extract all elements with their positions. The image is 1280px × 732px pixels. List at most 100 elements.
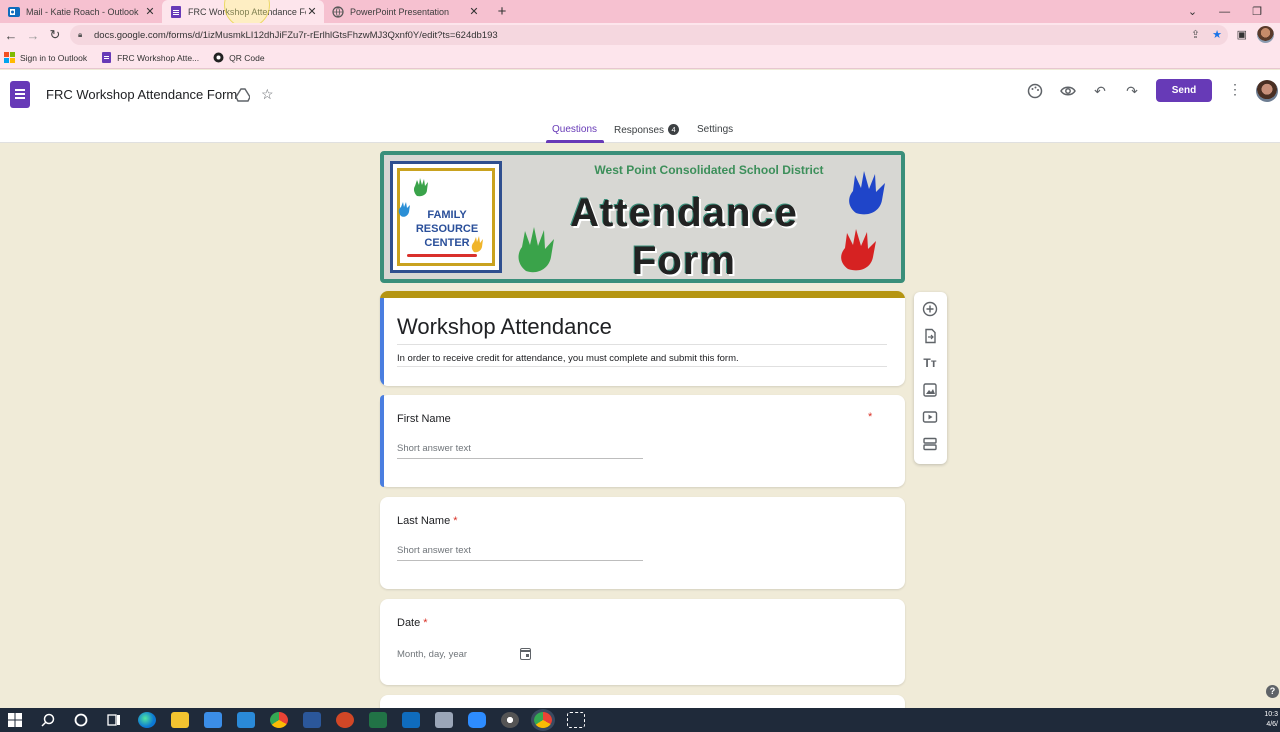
forms-icon <box>102 52 112 63</box>
url-bar[interactable]: 🔒︎ docs.google.com/forms/d/1izMusmkLI12d… <box>70 25 1228 45</box>
question-title[interactable]: First Name <box>397 413 451 425</box>
answer-underline <box>397 560 643 561</box>
help-icon[interactable]: ? <box>1266 685 1279 698</box>
question-card-last-name[interactable]: Last Name * Short answer text <box>380 497 905 589</box>
url-text: docs.google.com/forms/d/1izMusmkLI12dhJi… <box>94 29 498 41</box>
tab-responses-label: Responses <box>614 125 665 136</box>
store-icon[interactable] <box>204 712 222 728</box>
red-handprint-icon <box>841 229 876 271</box>
form-description[interactable]: In order to receive credit for attendanc… <box>397 353 739 364</box>
add-question-icon[interactable] <box>922 301 938 317</box>
tab-outlook[interactable]: Mail - Katie Roach - Outlook ✕ <box>0 0 162 23</box>
system-clock[interactable]: 10:3 4/6/ <box>1264 710 1278 730</box>
reload-icon[interactable]: ↻ <box>44 27 66 43</box>
qr-icon <box>213 52 224 63</box>
required-asterisk: * <box>423 617 428 629</box>
media-icon[interactable] <box>501 712 519 728</box>
bookmark-outlook[interactable]: Sign in to Outlook <box>4 52 87 63</box>
task-view-icon[interactable] <box>105 712 123 728</box>
share-icon[interactable]: ⇪ <box>1191 28 1200 41</box>
profile-avatar-icon[interactable] <box>1257 26 1274 43</box>
question-card-date[interactable]: Date * Month, day, year <box>380 599 905 685</box>
tab-questions[interactable]: Questions <box>552 124 597 135</box>
banner-title-line: Attendance <box>570 191 798 235</box>
redo-icon[interactable]: ↷ <box>1122 81 1142 101</box>
word-icon[interactable] <box>303 712 321 728</box>
forms-icon <box>171 5 181 18</box>
google-forms-logo-icon[interactable] <box>10 81 30 108</box>
tab-search-icon[interactable]: ⌄ <box>1188 5 1197 18</box>
outlook-icon[interactable] <box>402 712 420 728</box>
back-icon[interactable]: ← <box>0 28 22 43</box>
excel-icon[interactable] <box>369 712 387 728</box>
bookmark-frc-form[interactable]: FRC Workshop Atte... <box>101 52 199 63</box>
document-title[interactable]: FRC Workshop Attendance Form <box>46 87 237 102</box>
star-icon[interactable]: ☆ <box>261 86 274 103</box>
tab-powerpoint[interactable]: PowerPoint Presentation ✕ <box>324 0 486 23</box>
customize-theme-icon[interactable] <box>1025 81 1045 101</box>
account-avatar[interactable] <box>1256 80 1278 102</box>
file-explorer-icon[interactable] <box>171 712 189 728</box>
undo-icon[interactable]: ↶ <box>1090 81 1110 101</box>
search-icon[interactable] <box>39 712 57 728</box>
bookmark-label: FRC Workshop Atte... <box>117 52 200 63</box>
question-label: Last Name * <box>397 515 457 527</box>
header-banner-image[interactable]: FAMILY RESOURCE CENTER West Point Consol… <box>380 151 905 283</box>
restore-icon[interactable]: ❐ <box>1252 5 1262 18</box>
question-title[interactable]: Date <box>397 617 420 629</box>
divider <box>397 344 887 345</box>
chrome-active-icon[interactable] <box>534 712 552 728</box>
form-title-card[interactable]: Workshop Attendance In order to receive … <box>380 291 905 386</box>
green-handprint-icon <box>413 178 428 197</box>
forward-icon[interactable]: → <box>22 28 44 43</box>
send-button[interactable]: Send <box>1156 79 1212 102</box>
windows-start-icon[interactable] <box>6 712 24 728</box>
tab-close-icon[interactable]: ✕ <box>468 5 480 18</box>
new-tab-icon[interactable]: + <box>494 3 510 20</box>
add-section-icon[interactable] <box>922 436 938 452</box>
question-card-first-name[interactable]: First Name * Short answer text <box>380 395 905 487</box>
import-questions-icon[interactable] <box>922 328 938 344</box>
edge-icon[interactable] <box>138 712 156 728</box>
bookmark-qr-code[interactable]: QR Code <box>213 52 265 63</box>
mail-icon[interactable] <box>237 712 255 728</box>
microsoft-icon <box>4 52 15 63</box>
logo-red-stripe <box>407 254 477 257</box>
chrome-icon[interactable] <box>270 712 288 728</box>
tab-settings[interactable]: Settings <box>697 124 733 135</box>
title-card-accent-bar <box>380 291 905 298</box>
outlook-icon <box>8 6 20 17</box>
cortana-icon[interactable] <box>72 712 90 728</box>
calendar-icon <box>520 648 531 660</box>
selected-indicator-bar <box>380 298 384 386</box>
tab-responses[interactable]: Responses 4 <box>614 124 680 136</box>
family-resource-center-logo: FAMILY RESOURCE CENTER <box>390 161 502 273</box>
yellow-handprint-icon <box>471 236 483 253</box>
district-name: West Point Consolidated School District <box>594 163 824 177</box>
bookmark-star-icon[interactable]: ★ <box>1212 28 1222 41</box>
clock-date: 4/6/ <box>1266 721 1278 728</box>
teams-icon[interactable] <box>435 712 453 728</box>
required-asterisk: * <box>453 515 458 527</box>
more-options-icon[interactable]: ⋮ <box>1228 81 1242 98</box>
side-panel-icon[interactable]: ▣ <box>1237 28 1247 41</box>
form-title[interactable]: Workshop Attendance <box>397 314 612 340</box>
zoom-icon[interactable] <box>468 712 486 728</box>
question-title[interactable]: Last Name <box>397 515 450 527</box>
browser-tab-bar: Mail - Katie Roach - Outlook ✕ FRC Works… <box>0 0 1280 23</box>
add-title-text-icon[interactable]: Tт <box>922 355 938 371</box>
tab-close-icon[interactable]: ✕ <box>306 5 318 18</box>
snipping-tool-icon[interactable] <box>567 712 585 728</box>
short-answer-placeholder: Short answer text <box>397 545 471 556</box>
move-to-drive-icon[interactable] <box>236 88 250 102</box>
add-image-icon[interactable] <box>922 382 938 398</box>
preview-eye-icon[interactable] <box>1058 81 1078 101</box>
powerpoint-icon[interactable] <box>336 712 354 728</box>
answer-underline <box>397 458 643 459</box>
add-video-icon[interactable] <box>922 409 938 425</box>
floating-toolbar: Tт <box>914 292 947 464</box>
tab-close-icon[interactable]: ✕ <box>144 5 156 18</box>
minimize-icon[interactable]: — <box>1219 6 1230 18</box>
clock-time: 10:3 <box>1264 711 1278 718</box>
bookmark-label: QR Code <box>229 52 265 63</box>
